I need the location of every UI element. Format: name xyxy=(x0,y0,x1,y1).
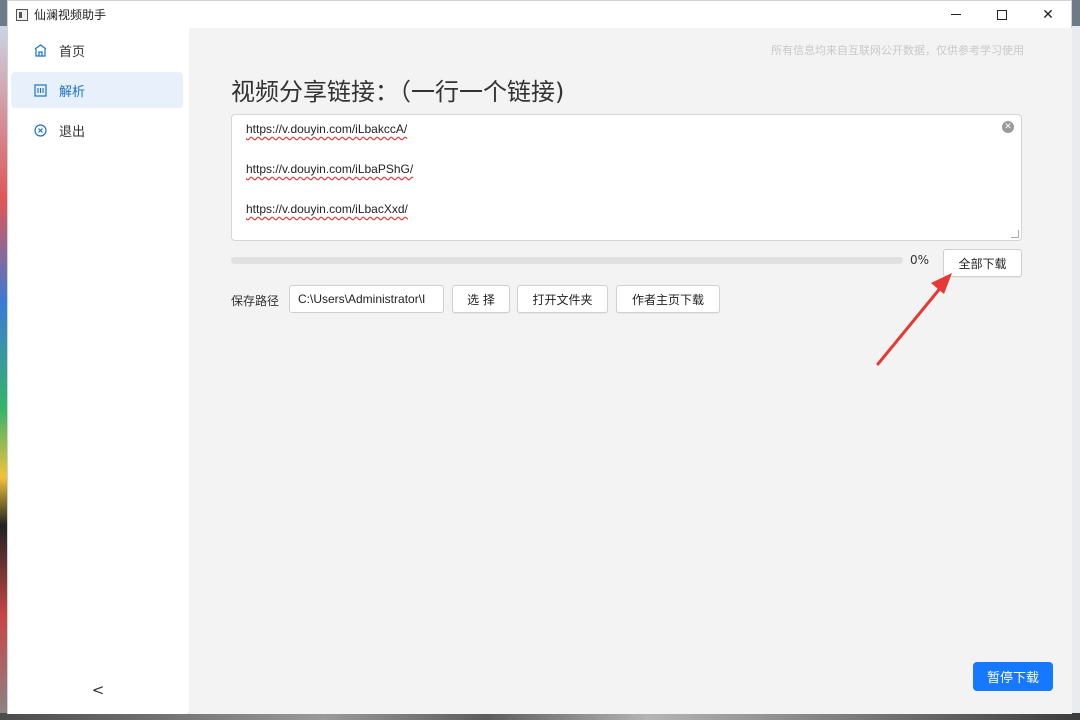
pause-download-button[interactable]: 暂停下载 xyxy=(973,662,1053,691)
download-all-button[interactable]: 全部下载 xyxy=(943,249,1022,277)
title-bar[interactable]: 仙澜视频助手 ✕ xyxy=(8,1,1071,28)
author-homepage-download-button[interactable]: 作者主页下载 xyxy=(616,285,720,313)
sidebar-item-exit[interactable]: 退出 xyxy=(11,112,183,148)
sidebar-item-label: 退出 xyxy=(59,124,86,140)
app-window: 仙澜视频助手 ✕ 首页 解析 退出 < 所有信息均来自互联网公开数据，仅供参考学… xyxy=(7,0,1072,714)
resize-grip-icon[interactable] xyxy=(1011,230,1019,238)
window-controls: ✕ xyxy=(933,1,1071,28)
links-textarea[interactable]: https://v.douyin.com/iLbakccA/ https://v… xyxy=(231,114,1022,241)
disclaimer-text: 所有信息均来自互联网公开数据，仅供参考学习使用 xyxy=(771,44,1024,57)
desktop-background-bottom xyxy=(0,713,1080,720)
parse-icon xyxy=(33,83,47,97)
page-title: 视频分享链接：（一行一个链接) xyxy=(231,78,565,106)
link-line: https://v.douyin.com/iLbaPShG/ xyxy=(246,162,414,176)
sidebar-item-label: 首页 xyxy=(59,44,86,60)
window-title: 仙澜视频助手 xyxy=(34,8,107,22)
choose-button[interactable]: 选 择 xyxy=(452,285,510,313)
close-icon: ✕ xyxy=(1042,6,1054,23)
save-path-input[interactable]: C:\Users\Administrator\I xyxy=(289,285,444,313)
maximize-icon xyxy=(997,9,1007,20)
main-panel: 所有信息均来自互联网公开数据，仅供参考学习使用 视频分享链接：（一行一个链接) … xyxy=(189,28,1072,714)
minimize-icon xyxy=(951,14,961,15)
open-folder-button[interactable]: 打开文件夹 xyxy=(517,285,608,313)
clear-icon[interactable]: ✕ xyxy=(1002,121,1014,133)
exit-icon xyxy=(33,123,47,137)
save-path-label: 保存路径 xyxy=(231,294,280,308)
sidebar-item-label: 解析 xyxy=(59,84,86,100)
collapse-sidebar-button[interactable]: < xyxy=(88,680,108,700)
close-button[interactable]: ✕ xyxy=(1025,1,1071,28)
link-line: https://v.douyin.com/iLbacXxd/ xyxy=(246,202,408,216)
link-line: https://v.douyin.com/iLbakccA/ xyxy=(246,122,408,136)
maximize-button[interactable] xyxy=(979,1,1025,28)
home-icon xyxy=(33,43,47,57)
sidebar-item-parse[interactable]: 解析 xyxy=(11,72,183,108)
sidebar: 首页 解析 退出 < xyxy=(8,28,188,714)
progress-bar xyxy=(231,257,903,264)
chevron-left-icon: < xyxy=(91,681,105,699)
sidebar-item-home[interactable]: 首页 xyxy=(11,32,183,68)
progress-percent: 0% xyxy=(910,253,930,267)
minimize-button[interactable] xyxy=(933,1,979,28)
app-icon xyxy=(16,8,28,21)
